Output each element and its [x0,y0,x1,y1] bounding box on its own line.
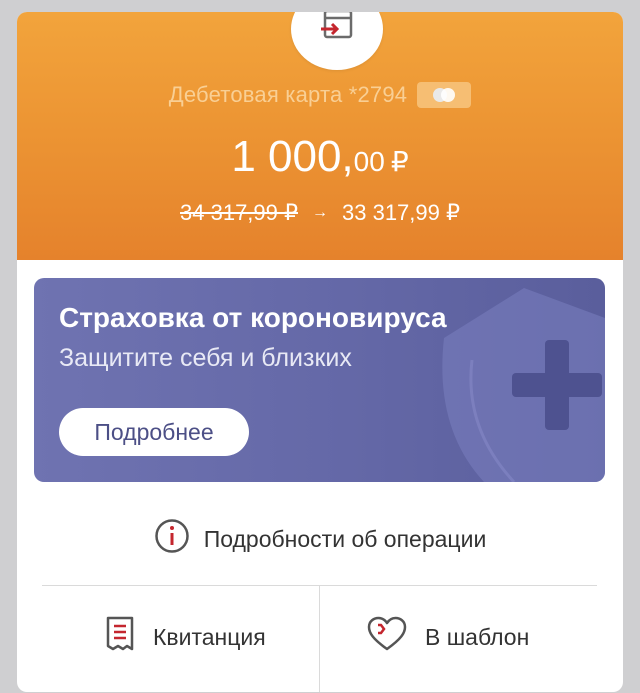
heart-icon [367,616,407,658]
balance-change: 34 317,99 ₽ → 33 317,99 ₽ [17,200,623,226]
info-icon [154,518,190,560]
template-label: В шаблон [425,623,530,650]
operation-details-link[interactable]: Подробности об операции [17,518,623,560]
receipt-button[interactable]: Квитанция [105,616,266,658]
transfer-card-icon [315,12,359,54]
card-name: Дебетовая карта *2794 [168,82,408,107]
more-details-button[interactable]: Подробнее [59,408,249,456]
banner-title: Страховка от короновируса [59,302,447,333]
operation-card: Дебетовая карта *2794 1 000,00 ₽ 34 317,9… [17,12,623,692]
save-template-button[interactable]: В шаблон [367,616,529,658]
banner-subtitle: Защитите себя и близких [59,344,352,372]
amount-integer: 1 000, [231,132,354,181]
payment-system-icon [417,82,472,108]
balance-arrow: → [312,204,328,221]
details-label: Подробности об операции [203,525,487,552]
amount-currency: ₽ [390,146,409,177]
balance-new: 33 317,99 ₽ [342,200,460,225]
receipt-icon [105,616,135,658]
insurance-banner[interactable]: Страховка от короновируса Защитите себя … [34,278,605,482]
balance-old: 34 317,99 ₽ [180,200,298,225]
amount-fraction: 00 [353,146,385,177]
card-line: Дебетовая карта *2794 [17,82,623,108]
receipt-label: Квитанция [153,623,266,650]
operation-amount: 1 000,00 ₽ [17,132,623,182]
divider-vertical [319,586,320,692]
shield-plus-icon [442,288,605,482]
